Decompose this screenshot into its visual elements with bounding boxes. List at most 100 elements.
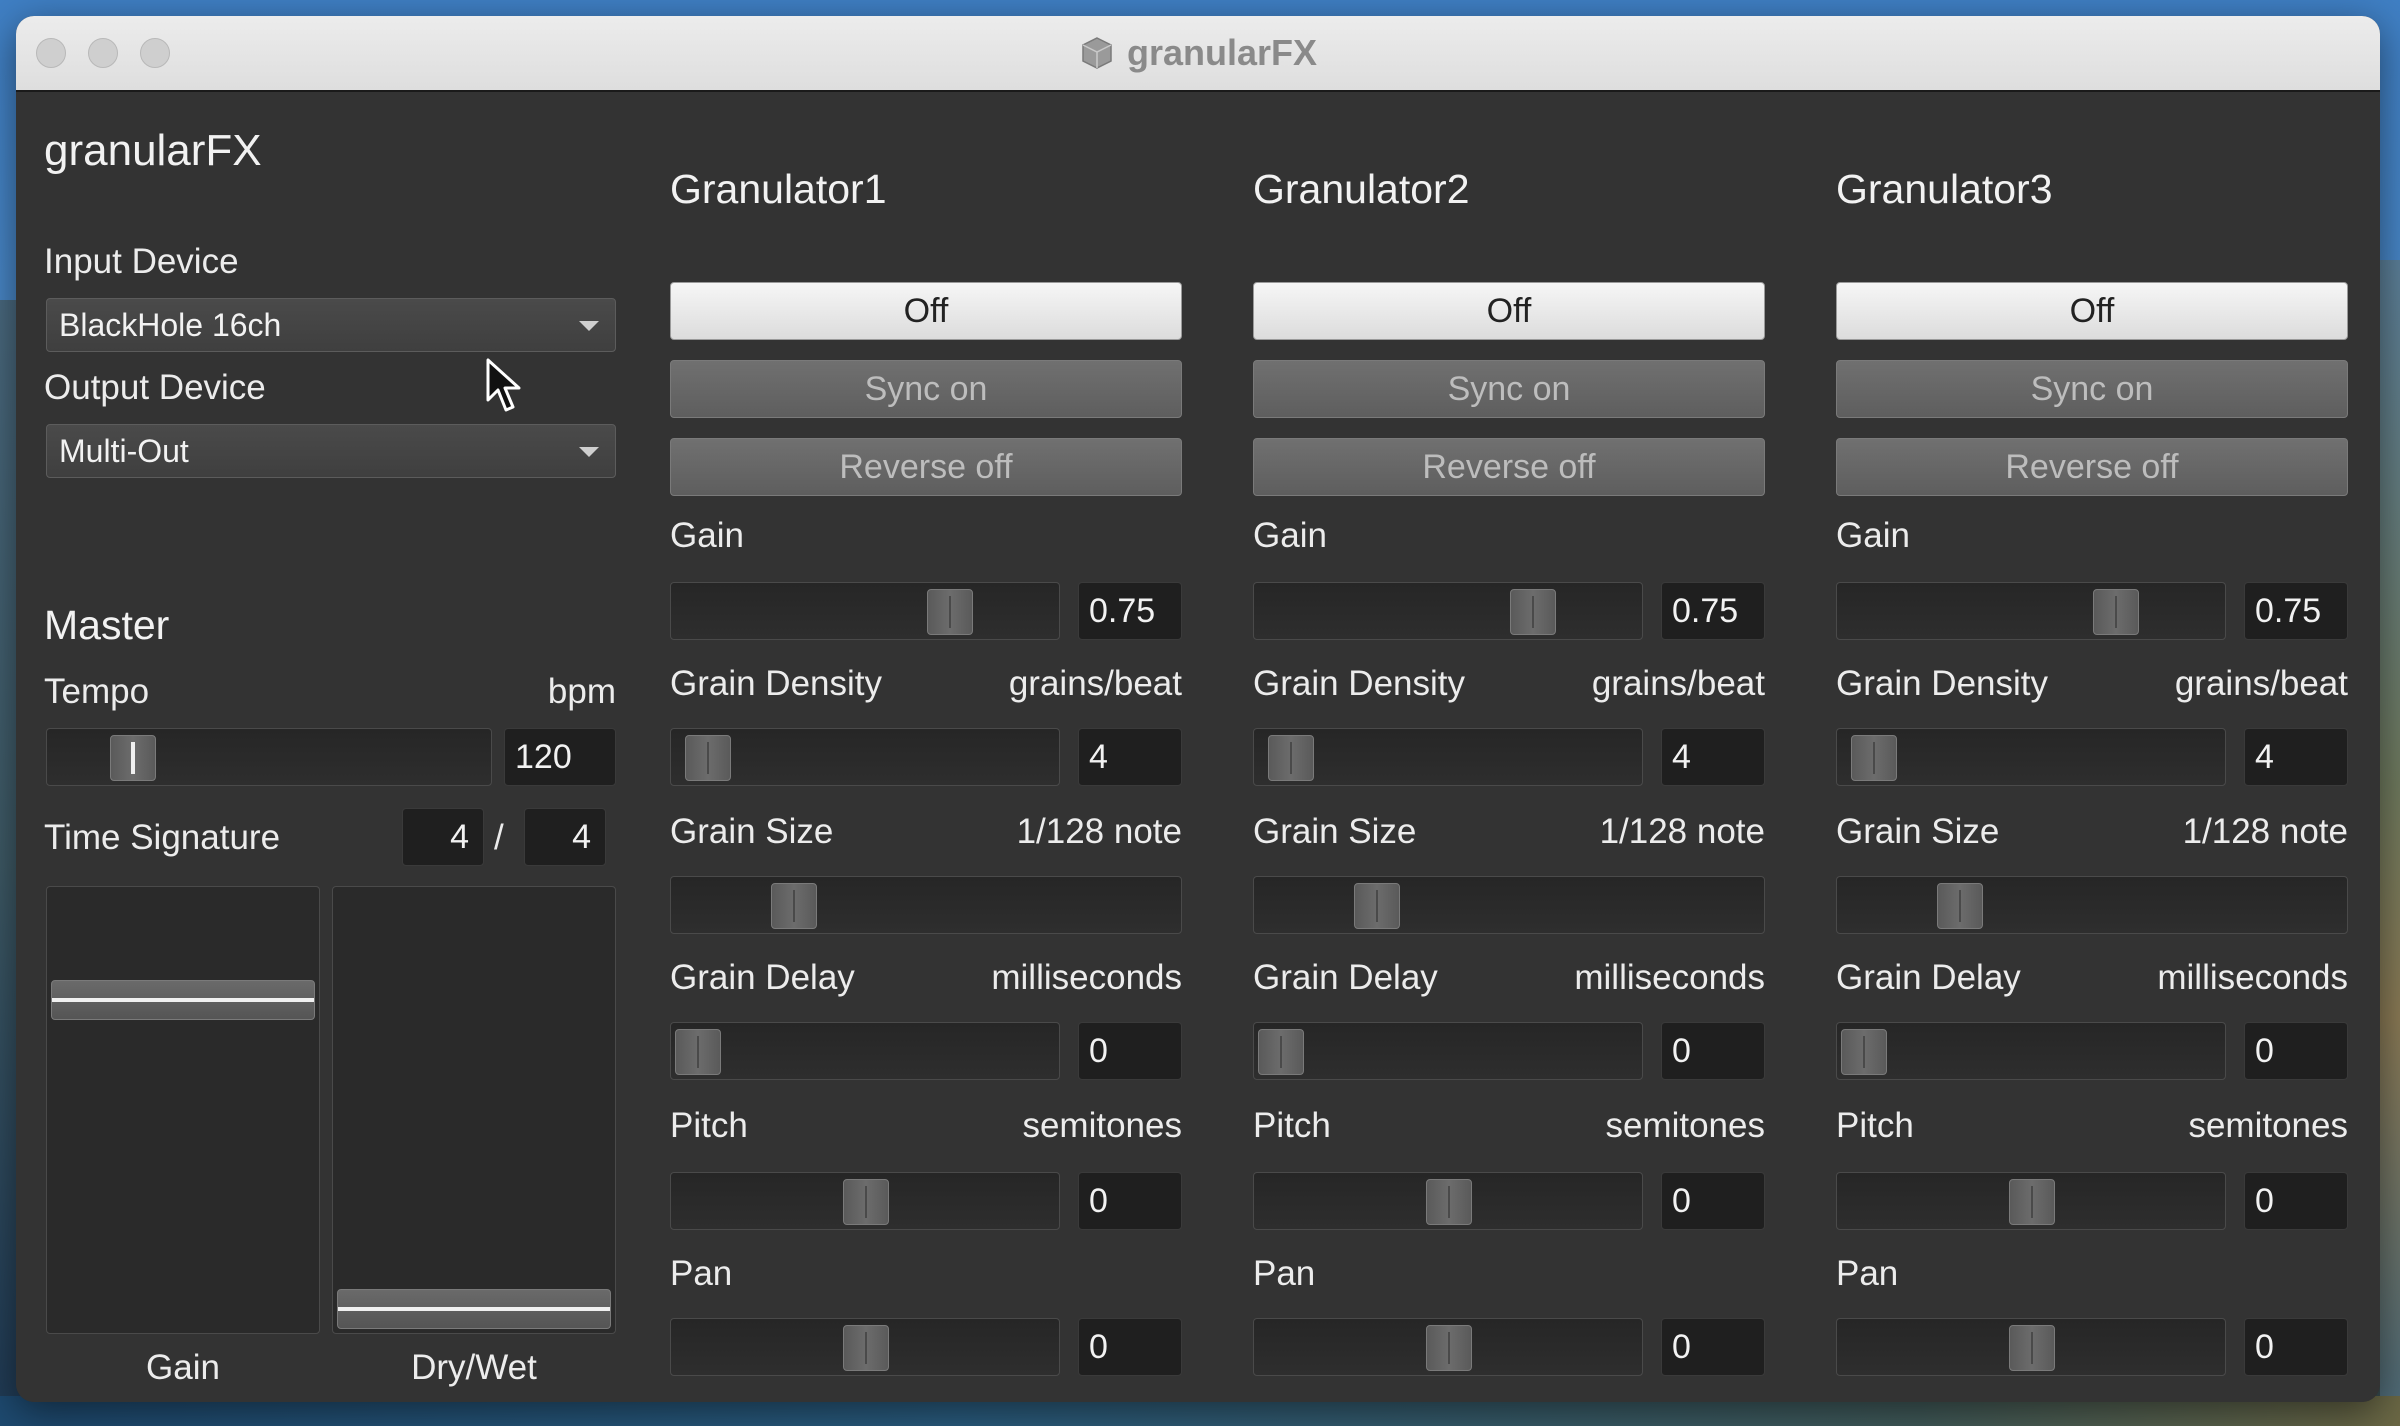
gain-value[interactable]: 0.75 <box>2244 582 2348 640</box>
pitch-unit: semitones <box>1022 1106 1182 1145</box>
density-slider[interactable] <box>1836 728 2226 786</box>
title-bar[interactable]: granularFX <box>16 16 2380 92</box>
pitch-slider[interactable] <box>670 1172 1060 1230</box>
granulator-title: Granulator1 <box>670 166 887 212</box>
gain-slider[interactable] <box>1836 582 2226 640</box>
cube-app-icon <box>1082 37 1112 69</box>
gain-slider-thumb[interactable] <box>2093 589 2139 635</box>
size-slider-thumb[interactable] <box>771 883 818 929</box>
delay-slider-thumb[interactable] <box>1258 1029 1304 1075</box>
size-slider-thumb[interactable] <box>1354 883 1401 929</box>
desktop-background-right <box>2380 260 2400 1426</box>
pan-slider-thumb[interactable] <box>1426 1325 1472 1371</box>
master-gain-fader[interactable] <box>46 886 320 1334</box>
output-device-select[interactable]: Multi-Out <box>46 424 616 478</box>
pan-value[interactable]: 0 <box>2244 1318 2348 1376</box>
pitch-value[interactable]: 0 <box>2244 1172 2348 1230</box>
pitch-slider[interactable] <box>1836 1172 2226 1230</box>
reverse-button[interactable]: Reverse off <box>670 438 1182 496</box>
mouse-pointer-icon <box>486 358 521 412</box>
sync-button[interactable]: Sync on <box>1836 360 2348 418</box>
sync-button[interactable]: Sync on <box>670 360 1182 418</box>
time-signature-label: Time Signature <box>44 818 281 857</box>
pitch-slider-thumb[interactable] <box>843 1179 889 1225</box>
gain-value[interactable]: 0.75 <box>1078 582 1182 640</box>
density-slider-thumb[interactable] <box>685 735 732 781</box>
delay-value[interactable]: 0 <box>2244 1022 2348 1080</box>
delay-slider-thumb[interactable] <box>1841 1029 1887 1075</box>
gain-label: Gain <box>1253 516 1327 555</box>
tempo-slider[interactable] <box>46 728 492 786</box>
pan-slider[interactable] <box>670 1318 1060 1376</box>
dry-wet-fader-thumb[interactable] <box>337 1289 611 1329</box>
reverse-button[interactable]: Reverse off <box>1253 438 1765 496</box>
pan-value[interactable]: 0 <box>1661 1318 1765 1376</box>
master-gain-fader-thumb[interactable] <box>51 980 315 1021</box>
time-signature-numerator[interactable]: 4 <box>402 808 484 866</box>
granulator-toggle-button[interactable]: Off <box>670 282 1182 340</box>
size-label: Grain Size <box>670 812 834 851</box>
density-value[interactable]: 4 <box>1078 728 1182 786</box>
size-slider[interactable] <box>1253 876 1765 934</box>
delay-slider[interactable] <box>670 1022 1060 1080</box>
pan-slider[interactable] <box>1836 1318 2226 1376</box>
pitch-slider-thumb[interactable] <box>1426 1179 1472 1225</box>
reverse-button[interactable]: Reverse off <box>1836 438 2348 496</box>
granulator-toggle-button[interactable]: Off <box>1836 282 2348 340</box>
input-device-select[interactable]: BlackHole 16ch <box>46 298 616 352</box>
pitch-unit: semitones <box>2188 1106 2348 1145</box>
pitch-label: Pitch <box>1253 1106 1331 1145</box>
tempo-unit: bpm <box>547 672 616 711</box>
delay-value[interactable]: 0 <box>1078 1022 1182 1080</box>
delay-slider[interactable] <box>1836 1022 2226 1080</box>
delay-value[interactable]: 0 <box>1661 1022 1765 1080</box>
size-unit: 1/128 note <box>1599 812 1765 851</box>
density-value[interactable]: 4 <box>2244 728 2348 786</box>
density-value[interactable]: 4 <box>1661 728 1765 786</box>
pitch-value[interactable]: 0 <box>1078 1172 1182 1230</box>
pan-value[interactable]: 0 <box>1078 1318 1182 1376</box>
gain-label: Gain <box>1836 516 1910 555</box>
tempo-slider-thumb[interactable] <box>109 735 156 781</box>
pitch-value[interactable]: 0 <box>1661 1172 1765 1230</box>
size-slider[interactable] <box>1836 876 2348 934</box>
pitch-slider-thumb[interactable] <box>2009 1179 2055 1225</box>
delay-label: Grain Delay <box>1836 958 2021 997</box>
size-label: Grain Size <box>1253 812 1417 851</box>
density-label: Grain Density <box>1836 664 2049 703</box>
master-heading: Master <box>44 602 170 648</box>
delay-slider[interactable] <box>1253 1022 1643 1080</box>
dry-wet-fader[interactable] <box>332 886 616 1334</box>
pan-slider-thumb[interactable] <box>2009 1325 2055 1371</box>
delay-slider-thumb[interactable] <box>675 1029 721 1075</box>
size-unit: 1/128 note <box>2182 812 2348 851</box>
size-slider-thumb[interactable] <box>1937 883 1984 929</box>
pitch-slider[interactable] <box>1253 1172 1643 1230</box>
time-signature-denominator[interactable]: 4 <box>524 808 606 866</box>
pan-slider-thumb[interactable] <box>843 1325 889 1371</box>
pan-label: Pan <box>1253 1254 1316 1293</box>
window-title: granularFX <box>16 16 2380 90</box>
gain-slider[interactable] <box>1253 582 1643 640</box>
gain-slider-thumb[interactable] <box>1510 589 1556 635</box>
pitch-label: Pitch <box>1836 1106 1914 1145</box>
density-slider-thumb[interactable] <box>1268 735 1315 781</box>
output-device-value: Multi-Out <box>59 433 189 469</box>
density-slider-thumb[interactable] <box>1851 735 1898 781</box>
output-device-label: Output Device <box>44 368 266 407</box>
density-slider[interactable] <box>1253 728 1643 786</box>
size-slider[interactable] <box>670 876 1182 934</box>
sync-button[interactable]: Sync on <box>1253 360 1765 418</box>
density-slider[interactable] <box>670 728 1060 786</box>
tempo-value[interactable]: 120 <box>504 728 616 786</box>
gain-slider-thumb[interactable] <box>927 589 973 635</box>
chevron-down-icon <box>579 447 599 457</box>
gain-value[interactable]: 0.75 <box>1661 582 1765 640</box>
gain-slider[interactable] <box>670 582 1060 640</box>
granulator-toggle-button[interactable]: Off <box>1253 282 1765 340</box>
size-label: Grain Size <box>1836 812 2000 851</box>
time-signature-separator: / <box>494 818 504 857</box>
pan-slider[interactable] <box>1253 1318 1643 1376</box>
app-title: granularFX <box>44 126 262 175</box>
density-unit: grains/beat <box>1591 664 1765 703</box>
